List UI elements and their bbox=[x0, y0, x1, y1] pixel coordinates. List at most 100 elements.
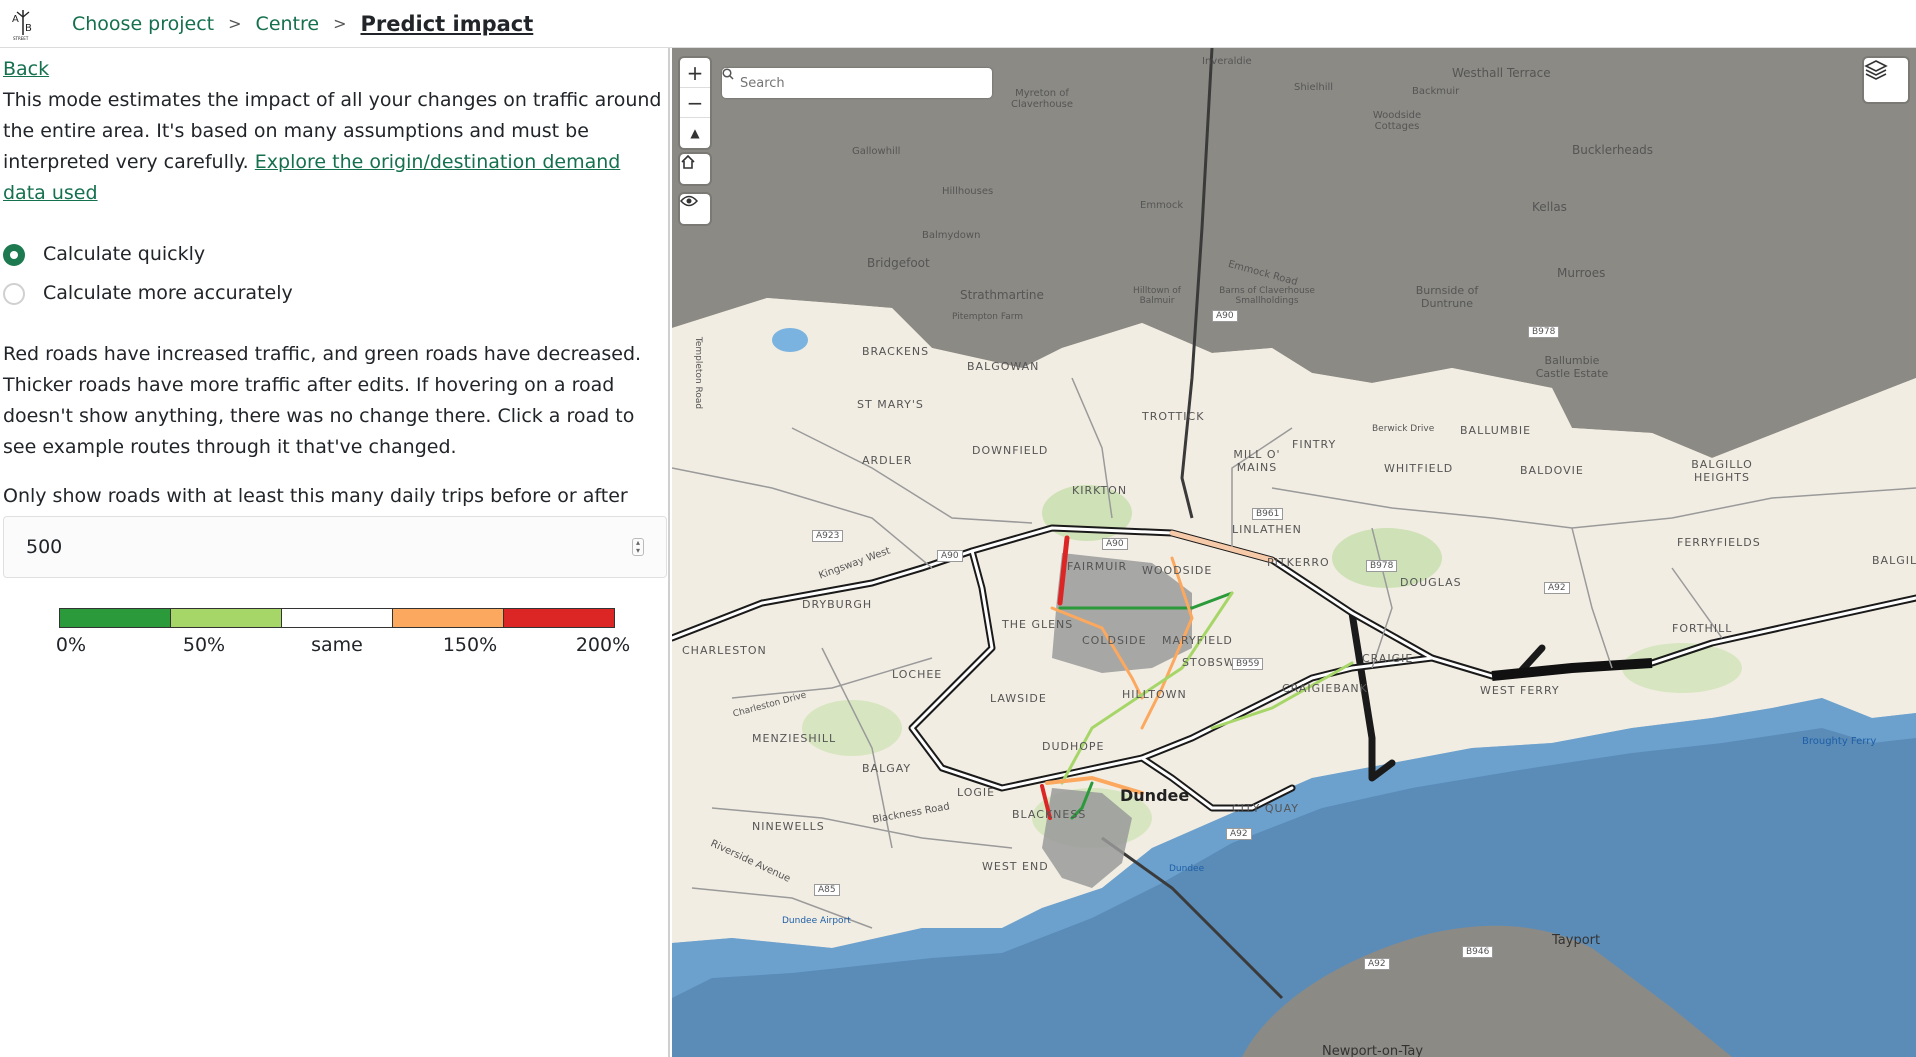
visibility-control bbox=[680, 194, 710, 224]
back-link[interactable]: Back bbox=[3, 58, 49, 80]
place-label: DOUGLAS bbox=[1400, 576, 1462, 589]
place-label: BRACKENS bbox=[862, 345, 930, 358]
road-shield: B946 bbox=[1462, 946, 1494, 958]
radio-button-checked[interactable] bbox=[3, 243, 25, 266]
radio-calculate-quickly[interactable]: Calculate quickly bbox=[3, 235, 664, 274]
legend-swatch bbox=[60, 609, 171, 627]
place-label: CITY QUAY bbox=[1232, 802, 1299, 815]
road-shield: A90 bbox=[1102, 538, 1128, 550]
place-label: FAIRMUIR bbox=[1067, 560, 1128, 573]
place-label: TROTTICK bbox=[1142, 410, 1205, 423]
layers-icon bbox=[1864, 60, 1888, 80]
place-label: Gallowhill bbox=[852, 146, 901, 157]
place-label: CRAIGIEBANK bbox=[1282, 682, 1368, 695]
place-label: Myreton of Claverhouse bbox=[1010, 88, 1074, 110]
place-label: WEST FERRY bbox=[1480, 684, 1560, 697]
place-label: Backmuir bbox=[1412, 86, 1460, 97]
place-label: Templeton Road bbox=[693, 336, 704, 410]
road-shield: A92 bbox=[1364, 958, 1390, 970]
map-search-box[interactable] bbox=[722, 68, 992, 98]
place-label: LOGIE bbox=[957, 786, 996, 799]
place-label: ST MARY'S bbox=[857, 398, 924, 411]
place-label: Burnside of Duntrune bbox=[1415, 284, 1479, 310]
svg-text:STREET: STREET bbox=[13, 36, 29, 41]
road-shield: B959 bbox=[1232, 658, 1264, 670]
place-label: DUDHOPE bbox=[1042, 740, 1105, 753]
radio-quick-label: Calculate quickly bbox=[43, 243, 206, 265]
place-label: BALGAY bbox=[862, 762, 912, 775]
eye-icon[interactable] bbox=[680, 194, 710, 224]
place-label: Pitempton Farm bbox=[952, 312, 1024, 322]
compass-icon[interactable]: ▲ bbox=[680, 118, 710, 148]
place-label: Berwick Drive bbox=[1372, 424, 1435, 434]
place-label: PITKERRO bbox=[1267, 556, 1330, 569]
legend-bar bbox=[59, 608, 615, 628]
page-title: Predict impact bbox=[360, 11, 534, 36]
place-label: CRAIGIE bbox=[1362, 652, 1414, 665]
place-label: Barns of Claverhouse Smallholdings bbox=[1219, 286, 1315, 306]
place-label: WOODSIDE bbox=[1142, 564, 1213, 577]
svg-text:A: A bbox=[12, 14, 19, 25]
legend-label: 200% bbox=[575, 634, 631, 656]
place-label: THE GLENS bbox=[1002, 618, 1074, 631]
place-label: Bridgefoot bbox=[867, 256, 930, 270]
place-label: KIRKTON bbox=[1072, 484, 1128, 497]
threshold-label: Only show roads with at least this many … bbox=[3, 485, 628, 507]
place-label: BALGILLO HEIGHTS bbox=[1691, 458, 1753, 484]
place-label: WEST END bbox=[982, 860, 1049, 873]
place-label: Kellas bbox=[1532, 200, 1567, 214]
stepper-icon[interactable]: ▴ ▾ bbox=[632, 538, 644, 556]
place-label: Shielhill bbox=[1294, 82, 1334, 93]
app-logo-icon[interactable]: A B STREET bbox=[10, 7, 36, 41]
legend-swatch bbox=[282, 609, 393, 627]
legend-labels: 0% 50% same 150% 200% bbox=[56, 628, 630, 658]
map-view[interactable]: Inveraldie Westhall Terrace Shielhill Ba… bbox=[672, 48, 1916, 1057]
legend-swatch bbox=[171, 609, 282, 627]
place-label: Bucklerheads bbox=[1572, 143, 1654, 157]
place-label: NINEWELLS bbox=[752, 820, 825, 833]
search-icon bbox=[722, 68, 734, 80]
place-label: Hillhouses bbox=[942, 186, 994, 197]
place-label: DOWNFIELD bbox=[972, 444, 1049, 457]
town-label: Tayport bbox=[1552, 933, 1601, 948]
legend-label: 150% bbox=[442, 634, 498, 656]
road-shield: A92 bbox=[1544, 582, 1570, 594]
place-label: COLDSIDE bbox=[1082, 634, 1147, 647]
place-label: WHITFIELD bbox=[1384, 462, 1454, 475]
legend-label: same bbox=[311, 634, 363, 656]
home-icon[interactable] bbox=[680, 154, 710, 184]
legend-explanation: Red roads have increased traffic, and gr… bbox=[3, 343, 642, 458]
place-label: Woodside Cottages bbox=[1372, 110, 1422, 132]
zoom-out-button[interactable]: − bbox=[680, 88, 710, 118]
place-label: Murroes bbox=[1557, 266, 1606, 280]
breadcrumb-separator: > bbox=[333, 14, 347, 33]
place-label: Dundee Airport bbox=[782, 916, 851, 926]
search-input[interactable] bbox=[740, 75, 960, 91]
place-label: LAWSIDE bbox=[990, 692, 1047, 705]
radio-button-unchecked[interactable] bbox=[3, 282, 25, 305]
place-label: ARDLER bbox=[862, 454, 913, 467]
place-label: Strathmartine bbox=[960, 288, 1044, 302]
place-label: LINLATHEN bbox=[1232, 523, 1302, 536]
road-shield: B961 bbox=[1252, 508, 1284, 520]
legend-swatch bbox=[393, 609, 504, 627]
road-shield: B978 bbox=[1366, 560, 1398, 572]
top-bar: A B STREET Choose project > Centre > Pre… bbox=[0, 0, 1916, 48]
map-canvas[interactable] bbox=[672, 48, 1916, 1057]
place-label: BALLUMBIE bbox=[1460, 424, 1532, 437]
zoom-in-button[interactable]: + bbox=[680, 58, 710, 88]
pond bbox=[772, 328, 808, 352]
legend-swatch bbox=[504, 609, 614, 627]
layers-button[interactable] bbox=[1864, 58, 1908, 102]
threshold-input[interactable]: 500 ▴ ▾ bbox=[3, 516, 667, 578]
place-label: MARYFIELD bbox=[1162, 634, 1233, 647]
home-control bbox=[680, 154, 710, 184]
threshold-value: 500 bbox=[26, 535, 63, 558]
place-label: HILLTOWN bbox=[1122, 688, 1187, 701]
breadcrumb-centre[interactable]: Centre bbox=[256, 13, 320, 35]
road-shield: A92 bbox=[1226, 828, 1252, 840]
breadcrumb-choose-project[interactable]: Choose project bbox=[72, 13, 214, 35]
place-label: MILL O' MAINS bbox=[1233, 448, 1281, 474]
place-label: Emmock bbox=[1140, 200, 1184, 211]
radio-calculate-accurately[interactable]: Calculate more accurately bbox=[3, 274, 664, 313]
